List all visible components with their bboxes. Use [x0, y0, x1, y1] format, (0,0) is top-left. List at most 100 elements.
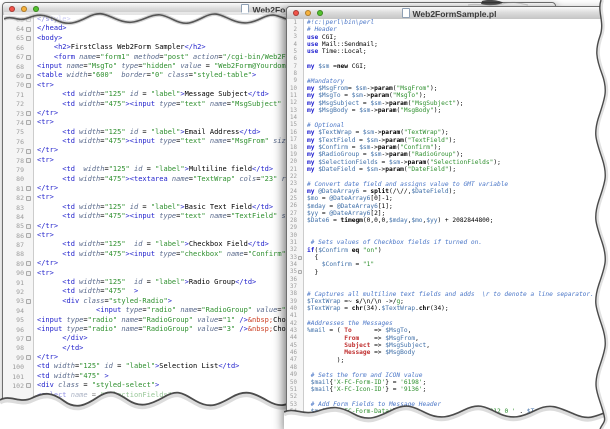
- line-number: 90: [16, 269, 24, 277]
- fold-marker-icon[interactable]: [26, 186, 31, 191]
- line-number: 85: [16, 222, 24, 230]
- code-line[interactable]: [307, 56, 610, 63]
- code-line[interactable]: {: [307, 254, 610, 261]
- code-line[interactable]: [307, 313, 610, 320]
- code-line[interactable]: use CGI;: [307, 34, 610, 41]
- code-line[interactable]: $mail{'X-FC-Form-Data'} = '1012 0 ' . $T…: [307, 408, 610, 415]
- code-line[interactable]: [307, 114, 610, 121]
- fold-spacer: [26, 327, 31, 332]
- editor-window-perl[interactable]: Web2FormSample.pl 1234567891011121314151…: [286, 6, 610, 429]
- code-line[interactable]: my $MsgBody = $sm->param("MsgBody");: [307, 107, 610, 114]
- code-line[interactable]: my @DateArray6 = split(/\//,$DateField);: [307, 188, 610, 195]
- fold-marker-icon[interactable]: [26, 120, 31, 125]
- line-number: 32: [290, 247, 297, 253]
- fold-marker-icon[interactable]: [26, 158, 31, 163]
- code-line[interactable]: %mail = ( To => $MsgTo,: [307, 327, 610, 334]
- line-number: 52: [290, 394, 297, 400]
- line-number: 73: [16, 110, 24, 118]
- fold-marker-icon[interactable]: [26, 355, 31, 360]
- fold-marker-icon[interactable]: [26, 299, 31, 304]
- gutter-line: 43: [287, 327, 303, 334]
- code-line[interactable]: if($Confirm eq "on"): [307, 247, 610, 254]
- code-line[interactable]: # Sets the form and ICON value: [307, 372, 610, 379]
- code-line[interactable]: my $RadioGroup = $sm->param("RadioGroup"…: [307, 151, 610, 158]
- code-line[interactable]: # Add Form Fields to Message Header: [307, 401, 610, 408]
- fold-marker-icon[interactable]: [26, 336, 31, 341]
- fold-marker-icon[interactable]: [26, 111, 31, 116]
- fold-spacer: [298, 241, 302, 245]
- fold-spacer: [298, 248, 302, 252]
- code-line[interactable]: [307, 394, 610, 401]
- code-line[interactable]: # Captures all multiline text fields and…: [307, 291, 610, 298]
- code-line[interactable]: $mday = @DateArray6[1];: [307, 203, 610, 210]
- line-number: 7: [294, 64, 298, 70]
- code-line[interactable]: #Mandatory: [307, 78, 610, 85]
- gutter-line: 76: [3, 137, 33, 146]
- fold-marker-icon[interactable]: [26, 271, 31, 276]
- fold-marker-icon[interactable]: [26, 196, 31, 201]
- code-line[interactable]: [307, 283, 610, 290]
- code-line[interactable]: # Sets values of Checkbox fields if turn…: [307, 239, 610, 246]
- code-line[interactable]: # Convert date field and assigns value t…: [307, 181, 610, 188]
- fold-spacer: [298, 28, 302, 32]
- code-line[interactable]: my $TextField = $sm->param("TextField");: [307, 137, 610, 144]
- fold-marker-icon[interactable]: [26, 83, 31, 88]
- fold-marker-icon[interactable]: [298, 256, 302, 260]
- fold-spacer: [26, 102, 31, 107]
- code-line[interactable]: From => $MsgFrom,: [307, 335, 610, 342]
- line-number: 86: [16, 232, 24, 240]
- fold-marker-icon[interactable]: [26, 17, 31, 22]
- code-line[interactable]: #Addresses the Messages: [307, 320, 610, 327]
- fold-marker-icon[interactable]: [26, 55, 31, 60]
- code-area[interactable]: #!c:\perl\bin\perl# Headeruse CGI;use Ma…: [304, 19, 610, 428]
- fold-marker-icon[interactable]: [26, 149, 31, 154]
- code-line[interactable]: my $MsgTo = $sm->param("MsgTo");: [307, 92, 610, 99]
- fold-spacer: [298, 43, 302, 47]
- code-line[interactable]: my $sm =new CGI;: [307, 63, 610, 70]
- code-line[interactable]: );: [307, 357, 610, 364]
- fold-marker-icon[interactable]: [26, 36, 31, 41]
- code-line[interactable]: my $TextWrap = $sm->param("TextWrap");: [307, 129, 610, 136]
- code-line[interactable]: Subject => $MsgSubject,: [307, 342, 610, 349]
- code-line[interactable]: $TextWrap = chr(34).$TextWrap.chr(34);: [307, 305, 610, 312]
- fold-spacer: [26, 130, 31, 135]
- code-line[interactable]: my $MsgSubject = $sm->param("MsgSubject"…: [307, 100, 610, 107]
- code-line[interactable]: $Date6 = timegm(0,0,0,$mday,$mo,$yy) + 2…: [307, 217, 610, 224]
- code-line[interactable]: my $DateField = $sm->param("DateField");: [307, 166, 610, 173]
- code-line[interactable]: #!c:\perl\bin\perl: [307, 19, 610, 26]
- code-line[interactable]: my $MsgFrom= $sm->param("MsgFrom");: [307, 85, 610, 92]
- code-line[interactable]: [307, 70, 610, 77]
- code-line[interactable]: use Time::Local;: [307, 48, 610, 55]
- code-line[interactable]: "\n" . "X-FC-FORM-Data:" . '1002 0 ' . $…: [307, 416, 610, 423]
- code-line[interactable]: $Confirm = "1": [307, 261, 610, 268]
- code-line[interactable]: $mo = @DateArray6[0]-1;: [307, 195, 610, 202]
- code-line[interactable]: my $Confirm = $sm->param("Confirm");: [307, 144, 610, 151]
- fold-marker-icon[interactable]: [26, 74, 31, 79]
- code-line[interactable]: }: [307, 269, 610, 276]
- fold-marker-icon[interactable]: [26, 383, 31, 388]
- code-line[interactable]: [307, 276, 610, 283]
- code-line[interactable]: $mail{'X-FC-Form-ID'} = '6198';: [307, 379, 610, 386]
- code-line[interactable]: $yy = @DateArray6[2];: [307, 210, 610, 217]
- code-line[interactable]: my $SelectionFields = $sm->param("Select…: [307, 159, 610, 166]
- fold-marker-icon[interactable]: [26, 224, 31, 229]
- line-number: 70: [16, 81, 24, 89]
- code-line[interactable]: $mail{'X-FC-Icon-ID'} = '9136';: [307, 386, 610, 393]
- code-line[interactable]: [307, 232, 610, 239]
- fold-spacer: [298, 219, 302, 223]
- code-line[interactable]: [307, 225, 610, 232]
- code-line[interactable]: [307, 173, 610, 180]
- code-line[interactable]: Message => $MsgBody: [307, 349, 610, 356]
- code-line[interactable]: $TextWrap =~ s/\n/\n ->/g;: [307, 298, 610, 305]
- fold-spacer: [298, 417, 302, 421]
- fold-marker-icon[interactable]: [26, 261, 31, 266]
- gutter-line: 64: [3, 24, 33, 33]
- gutter-line: 13: [287, 107, 303, 114]
- code-line[interactable]: # Optional: [307, 122, 610, 129]
- code-line[interactable]: [307, 364, 610, 371]
- code-line[interactable]: # Header: [307, 26, 610, 33]
- fold-marker-icon[interactable]: [298, 270, 302, 274]
- fold-marker-icon[interactable]: [26, 233, 31, 238]
- fold-marker-icon[interactable]: [26, 27, 31, 32]
- code-line[interactable]: use Mail::Sendmail;: [307, 41, 610, 48]
